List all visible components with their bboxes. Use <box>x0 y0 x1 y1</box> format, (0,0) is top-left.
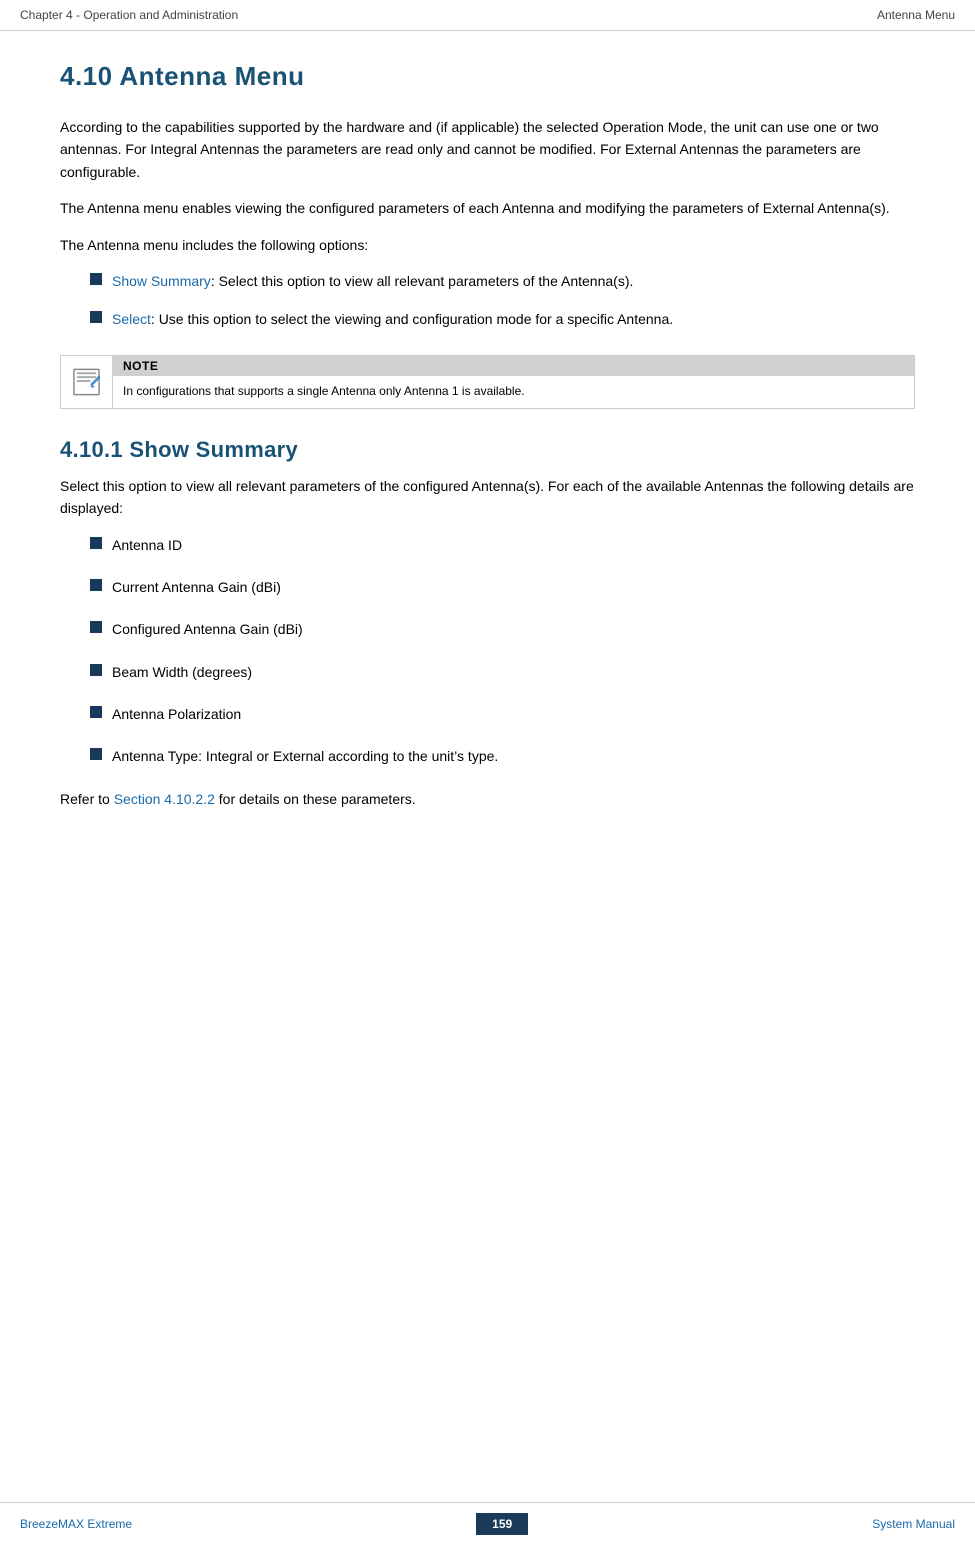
list-item: Configured Antenna Gain (dBi) <box>90 618 915 640</box>
note-header: NOTE <box>113 356 914 376</box>
detail-item-2: Configured Antenna Gain (dBi) <box>112 618 303 640</box>
list-item: Antenna ID <box>90 534 915 556</box>
menu-items-list: Show Summary: Select this option to view… <box>90 270 915 331</box>
detail-item-0: Antenna ID <box>112 534 182 556</box>
bullet-icon <box>90 706 102 718</box>
page-header: Chapter 4 - Operation and Administration… <box>0 0 975 31</box>
menu-item-2-suffix: : Use this option to select the viewing … <box>151 311 673 327</box>
list-item: Current Antenna Gain (dBi) <box>90 576 915 598</box>
chapter-title: 4.10 Antenna Menu <box>60 61 915 92</box>
detail-item-5: Antenna Type: Integral or External accor… <box>112 745 498 767</box>
intro-para-2: The Antenna menu enables viewing the con… <box>60 197 915 219</box>
select-link[interactable]: Select <box>112 311 151 327</box>
refer-suffix: for details on these parameters. <box>215 791 416 807</box>
refer-line: Refer to Section 4.10.2.2 for details on… <box>60 788 915 810</box>
show-summary-link[interactable]: Show Summary <box>112 273 211 289</box>
bullet-icon <box>90 537 102 549</box>
bullet-icon <box>90 579 102 591</box>
refer-prefix: Refer to <box>60 791 114 807</box>
menu-item-1-text: Show Summary: Select this option to view… <box>112 270 633 292</box>
page-content: 4.10 Antenna Menu According to the capab… <box>0 31 975 904</box>
bullet-icon <box>90 311 102 323</box>
page-footer: BreezeMAX Extreme 159 System Manual <box>0 1502 975 1545</box>
detail-item-4: Antenna Polarization <box>112 703 241 725</box>
note-pencil-icon <box>71 366 102 398</box>
list-item: Antenna Type: Integral or External accor… <box>90 745 915 767</box>
bullet-icon <box>90 273 102 285</box>
list-item: Select: Use this option to select the vi… <box>90 308 915 330</box>
details-list: Antenna ID Current Antenna Gain (dBi) Co… <box>90 534 915 768</box>
detail-item-3: Beam Width (degrees) <box>112 661 252 683</box>
footer-right: System Manual <box>872 1517 955 1531</box>
bullet-icon <box>90 621 102 633</box>
note-box: NOTE In configurations that supports a s… <box>60 355 915 409</box>
note-content: NOTE In configurations that supports a s… <box>113 356 914 406</box>
bullet-icon <box>90 664 102 676</box>
detail-item-1: Current Antenna Gain (dBi) <box>112 576 281 598</box>
page-number: 159 <box>476 1513 528 1535</box>
section-title: 4.10.1 Show Summary <box>60 437 915 463</box>
note-body: In configurations that supports a single… <box>113 376 914 406</box>
intro-para-3: The Antenna menu includes the following … <box>60 234 915 256</box>
list-item: Beam Width (degrees) <box>90 661 915 683</box>
header-left: Chapter 4 - Operation and Administration <box>20 8 238 22</box>
section-link[interactable]: Section 4.10.2.2 <box>114 791 215 807</box>
menu-item-1-suffix: : Select this option to view all relevan… <box>211 273 634 289</box>
header-right: Antenna Menu <box>877 8 955 22</box>
intro-para-1: According to the capabilities supported … <box>60 116 915 183</box>
menu-item-2-text: Select: Use this option to select the vi… <box>112 308 673 330</box>
list-item: Antenna Polarization <box>90 703 915 725</box>
note-icon-container <box>61 356 113 408</box>
footer-left: BreezeMAX Extreme <box>20 1517 132 1531</box>
list-item: Show Summary: Select this option to view… <box>90 270 915 292</box>
section-intro: Select this option to view all relevant … <box>60 475 915 520</box>
bullet-icon <box>90 748 102 760</box>
